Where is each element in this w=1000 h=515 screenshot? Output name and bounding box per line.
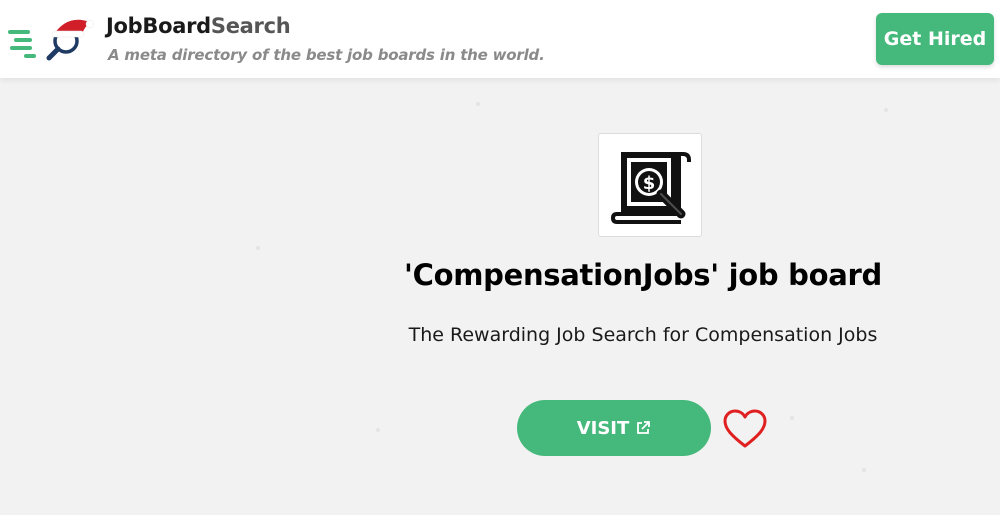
board-subtitle: The Rewarding Job Search for Compensatio… bbox=[408, 324, 878, 346]
external-link-icon bbox=[637, 421, 651, 434]
site-logo-icon[interactable] bbox=[6, 14, 98, 64]
visit-button[interactable]: VISIT bbox=[517, 400, 711, 456]
brand-secondary: Search bbox=[210, 14, 291, 38]
favorite-button[interactable] bbox=[722, 408, 768, 450]
site-header: JobBoardSearch A meta directory of the b… bbox=[0, 0, 1000, 78]
board-logo: $ bbox=[598, 133, 702, 237]
visit-label: VISIT bbox=[576, 417, 630, 439]
brand-primary: JobBoard bbox=[106, 14, 211, 38]
salary-scroll-magnifier-icon: $ bbox=[611, 152, 691, 224]
snow-dot bbox=[256, 246, 260, 250]
heart-outline-icon bbox=[723, 409, 767, 448]
board-detail: $ 'CompensationJobs' job board The Rewar… bbox=[286, 78, 1000, 515]
svg-text:$: $ bbox=[643, 173, 656, 194]
site-tagline: A meta directory of the best job boards … bbox=[108, 46, 545, 64]
get-hired-button[interactable]: Get Hired bbox=[876, 13, 994, 65]
site-brand[interactable]: JobBoardSearch bbox=[106, 14, 291, 38]
board-title: 'CompensationJobs' job board bbox=[404, 258, 882, 292]
